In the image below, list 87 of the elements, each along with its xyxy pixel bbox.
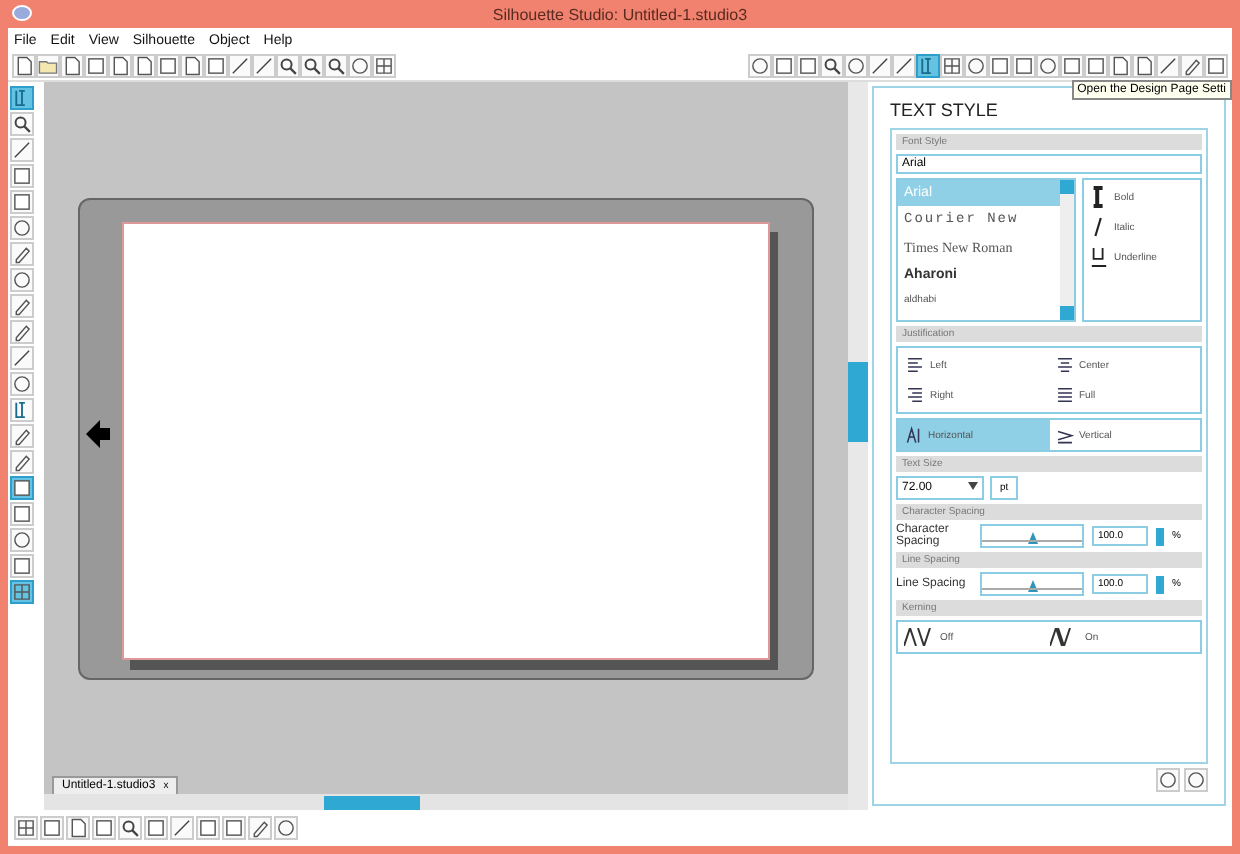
circle-icon[interactable] — [10, 268, 34, 292]
left-arrow-icon[interactable] — [86, 420, 110, 448]
page-icon[interactable] — [1108, 54, 1132, 78]
pencil-icon[interactable] — [10, 424, 34, 448]
grid-icon[interactable] — [14, 816, 38, 840]
app-icon — [12, 4, 32, 22]
square-icon[interactable] — [1204, 54, 1228, 78]
square-icon[interactable] — [204, 54, 228, 78]
zoom-icon[interactable] — [118, 816, 142, 840]
zoom-icon[interactable] — [10, 112, 34, 136]
circle-icon[interactable] — [964, 54, 988, 78]
circle-icon[interactable] — [1184, 768, 1208, 792]
square-icon[interactable] — [92, 816, 116, 840]
line-icon[interactable] — [252, 54, 276, 78]
horizontal-scrollbar[interactable] — [44, 794, 848, 810]
circle-icon[interactable] — [348, 54, 372, 78]
kerning-icon — [904, 628, 936, 646]
folder-icon[interactable] — [36, 54, 60, 78]
square-icon[interactable] — [796, 54, 820, 78]
zoom-icon[interactable] — [820, 54, 844, 78]
grid-icon[interactable] — [372, 54, 396, 78]
page-icon[interactable] — [180, 54, 204, 78]
italic-icon — [1090, 216, 1108, 238]
text-cursor-icon[interactable] — [10, 398, 34, 422]
line-icon[interactable] — [1156, 54, 1180, 78]
underline-icon — [1090, 246, 1108, 268]
line-icon[interactable] — [10, 346, 34, 370]
square-icon[interactable] — [10, 502, 34, 526]
grid-icon[interactable] — [940, 54, 964, 78]
circle-icon[interactable] — [748, 54, 772, 78]
square-icon[interactable] — [988, 54, 1012, 78]
square-icon[interactable] — [40, 816, 64, 840]
caret-icon[interactable] — [968, 482, 978, 490]
center-align-icon — [1055, 356, 1073, 374]
square-icon[interactable] — [84, 54, 108, 78]
circle-icon[interactable] — [1036, 54, 1060, 78]
square-icon[interactable] — [144, 816, 168, 840]
circle-icon[interactable] — [10, 216, 34, 240]
zoom-icon[interactable] — [324, 54, 348, 78]
horizontal-align-icon — [904, 426, 922, 444]
vertical-align-icon — [1055, 426, 1073, 444]
square-icon[interactable] — [10, 164, 34, 188]
circle-icon[interactable] — [10, 372, 34, 396]
spinner[interactable] — [1156, 575, 1164, 593]
pencil-icon[interactable] — [10, 294, 34, 318]
line-icon[interactable] — [228, 54, 252, 78]
pencil-icon[interactable] — [248, 816, 272, 840]
square-icon[interactable] — [196, 816, 220, 840]
circle-icon[interactable] — [10, 528, 34, 552]
window-title: Silhouette Studio: Untitled-1.studio3 — [492, 5, 748, 23]
pencil-icon[interactable] — [10, 450, 34, 474]
line-icon[interactable] — [892, 54, 916, 78]
square-icon[interactable] — [222, 816, 246, 840]
left-align-icon — [906, 356, 924, 374]
square-icon[interactable] — [10, 554, 34, 578]
page-icon[interactable] — [132, 54, 156, 78]
zoom-icon[interactable] — [300, 54, 324, 78]
line-icon[interactable] — [170, 816, 194, 840]
grid-icon[interactable] — [10, 580, 34, 604]
page-icon[interactable] — [66, 816, 90, 840]
page-icon[interactable] — [108, 54, 132, 78]
square-icon[interactable] — [1084, 54, 1108, 78]
spacing-slider[interactable] — [980, 572, 1084, 596]
square-icon[interactable] — [1012, 54, 1036, 78]
circle-icon[interactable] — [274, 816, 298, 840]
page-icon[interactable] — [12, 54, 36, 78]
page-icon[interactable] — [1132, 54, 1156, 78]
line-icon[interactable] — [10, 138, 34, 162]
bold-icon — [1090, 186, 1108, 208]
circle-icon[interactable] — [844, 54, 868, 78]
pencil-icon[interactable] — [10, 242, 34, 266]
square-icon[interactable] — [10, 476, 34, 500]
pencil-icon[interactable] — [10, 320, 34, 344]
square-icon[interactable] — [156, 54, 180, 78]
line-icon[interactable] — [868, 54, 892, 78]
panel-title: TEXT STYLE — [890, 100, 1000, 120]
page-icon[interactable] — [60, 54, 84, 78]
zoom-icon[interactable] — [276, 54, 300, 78]
right-align-icon — [906, 386, 924, 404]
square-icon[interactable] — [1060, 54, 1084, 78]
square-icon[interactable] — [772, 54, 796, 78]
spacing-slider[interactable] — [980, 524, 1084, 548]
pencil-icon[interactable] — [1180, 54, 1204, 78]
vertical-scrollbar[interactable] — [848, 82, 868, 810]
full-align-icon — [1055, 386, 1073, 404]
spinner[interactable] — [1156, 527, 1164, 545]
square-icon[interactable] — [10, 190, 34, 214]
